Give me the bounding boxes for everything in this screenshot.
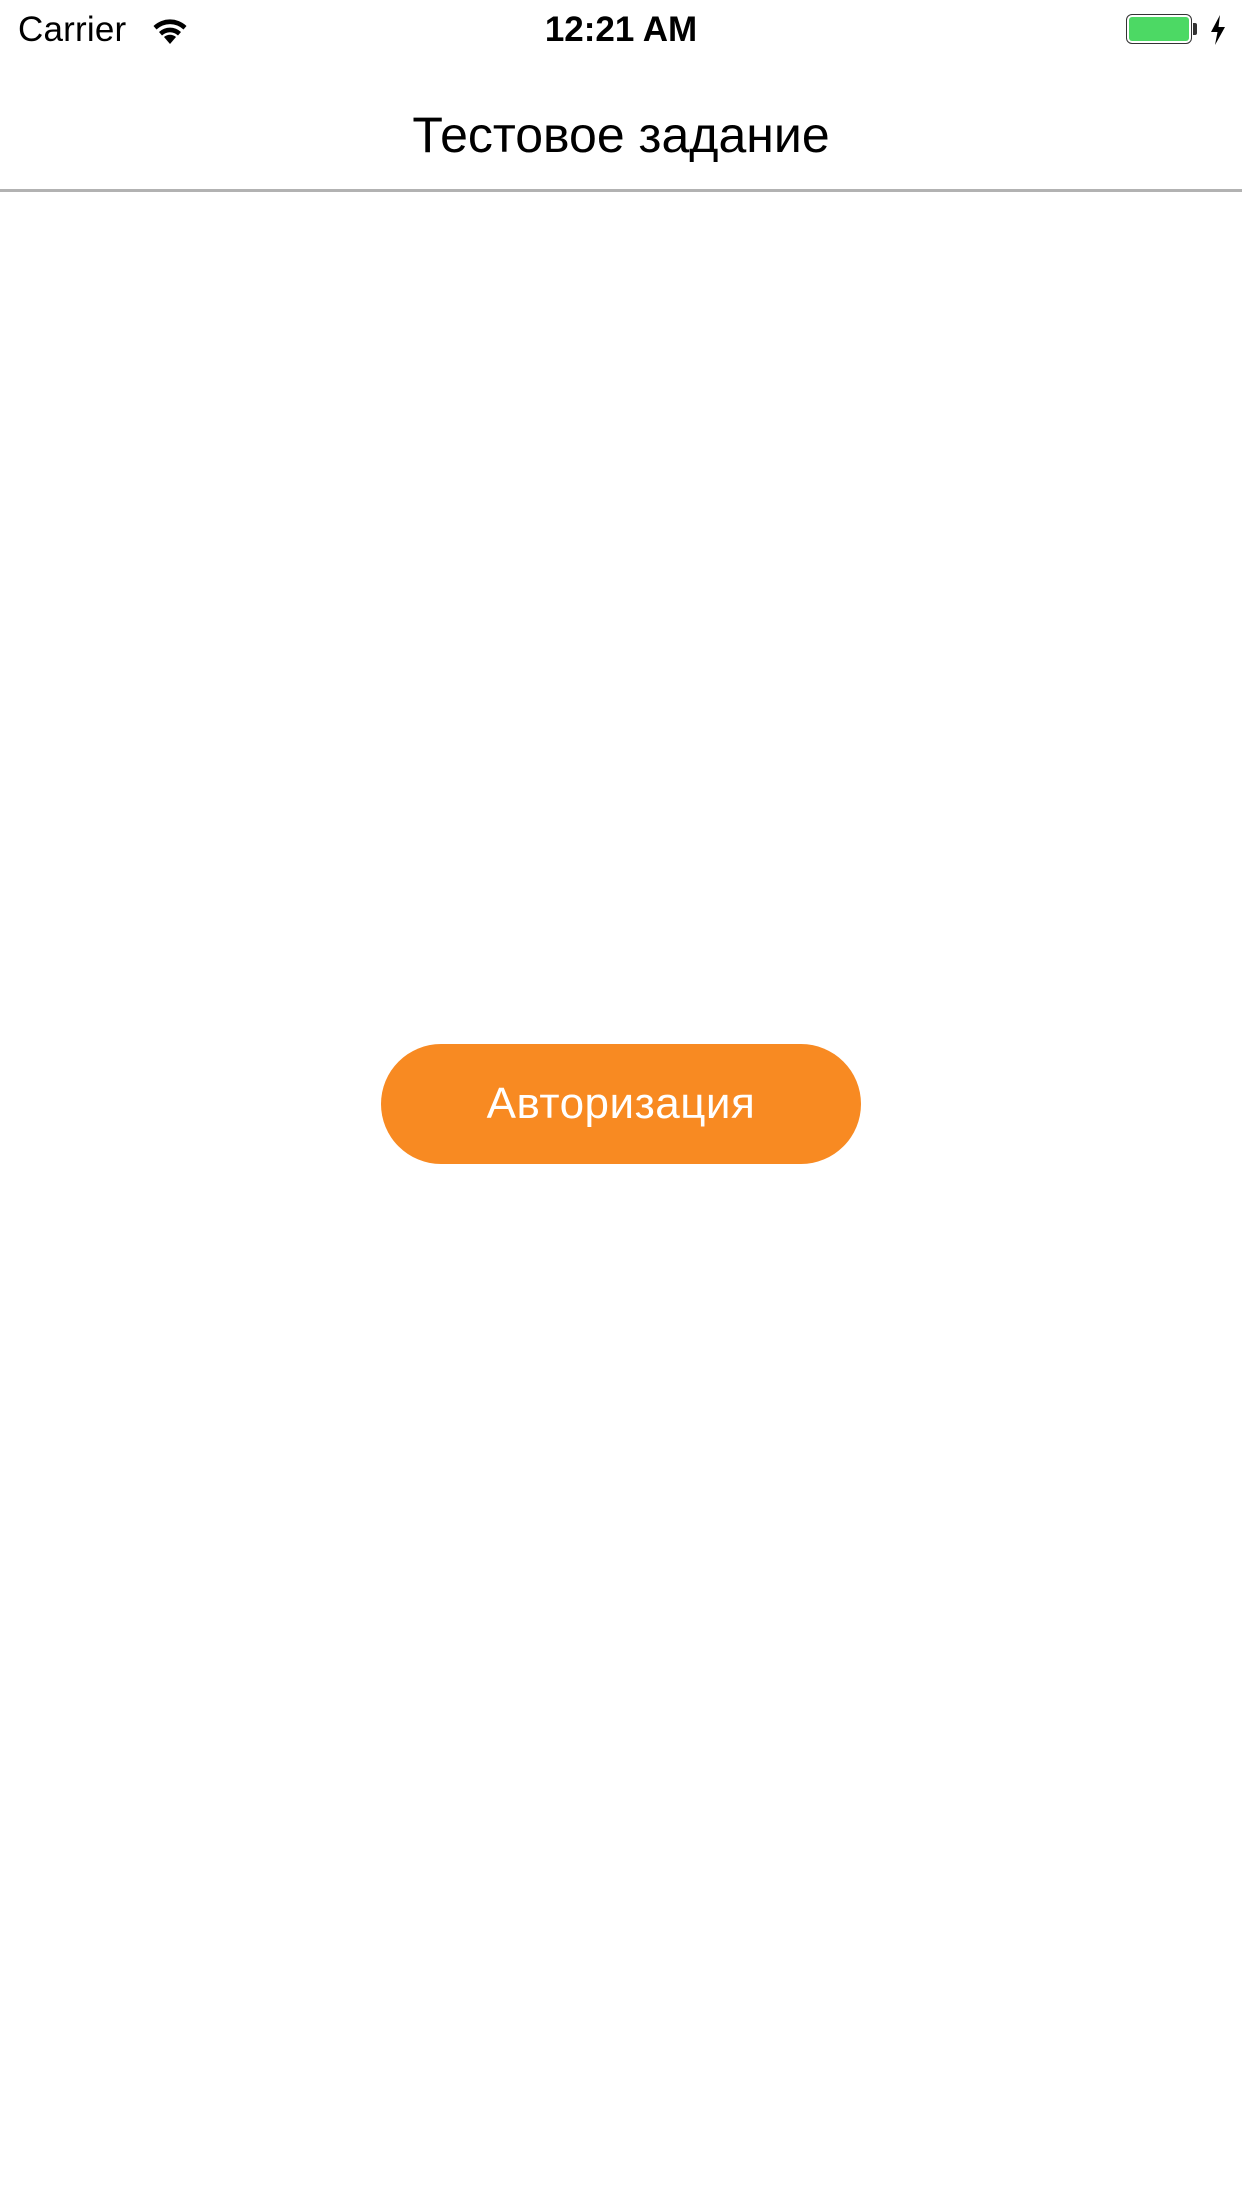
navigation-bar: Тестовое задание xyxy=(0,60,1242,192)
page-title: Тестовое задание xyxy=(412,107,830,163)
battery-level-fill xyxy=(1129,17,1189,41)
authorization-button[interactable]: Авторизация xyxy=(381,1044,861,1164)
status-time: 12:21 AM xyxy=(544,10,698,49)
battery-icon xyxy=(1126,14,1198,46)
status-bar: Carrier 12:21 AM xyxy=(0,0,1242,60)
bolt-icon xyxy=(1211,15,1225,45)
